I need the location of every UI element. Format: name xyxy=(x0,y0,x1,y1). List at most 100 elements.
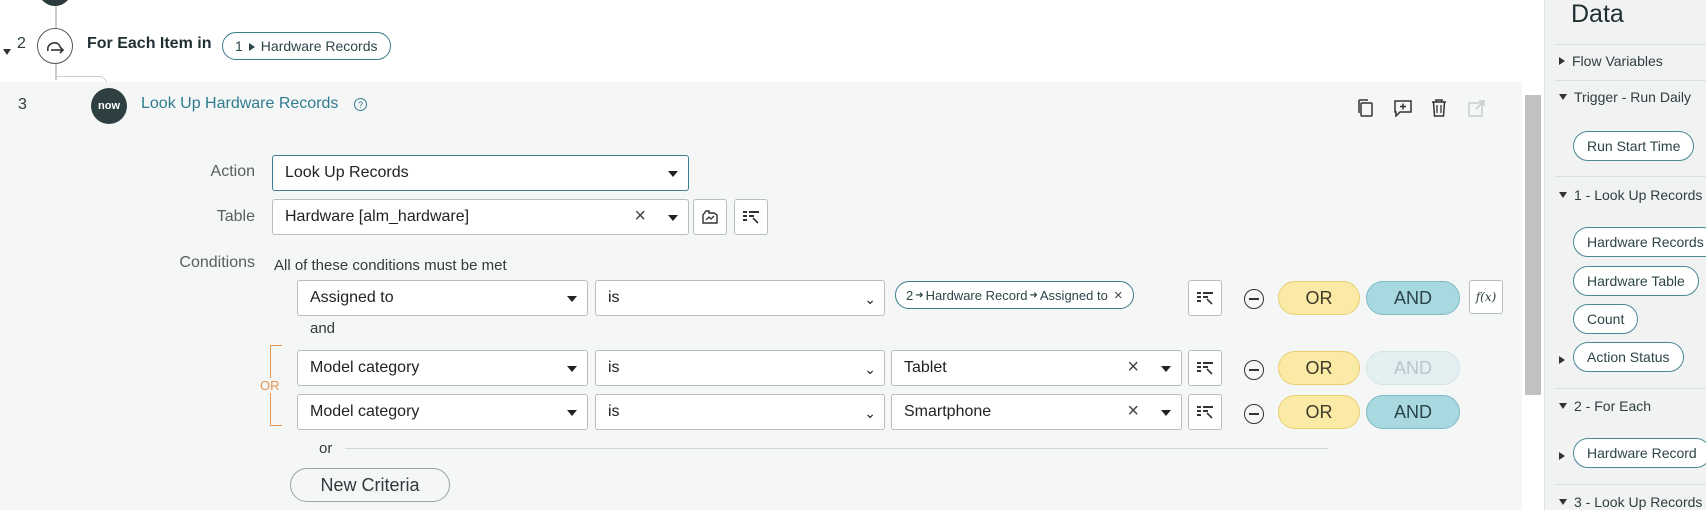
section-label: Flow Variables xyxy=(1572,53,1663,69)
data-picker-icon[interactable] xyxy=(734,199,768,235)
scrollbar-thumb[interactable] xyxy=(1525,95,1541,395)
pill-step-number: 1 xyxy=(235,38,243,54)
section-trigger[interactable]: Trigger - Run Daily xyxy=(1559,89,1691,105)
condition-operator-select[interactable]: is ⌄ xyxy=(595,350,885,386)
pill-field-label: Assigned to xyxy=(1039,287,1108,303)
step-2-title: For Each Item in xyxy=(87,35,212,52)
new-criteria-button[interactable]: New Criteria xyxy=(290,468,450,502)
data-picker-icon[interactable] xyxy=(1188,280,1222,316)
condition-operator-value: is xyxy=(608,359,620,376)
and-button[interactable]: AND xyxy=(1366,395,1460,429)
and-button[interactable]: AND xyxy=(1366,281,1460,315)
condition-field-select[interactable]: Model category xyxy=(297,350,588,386)
step-3-number: 3 xyxy=(18,96,27,113)
remove-condition-icon[interactable] xyxy=(1244,289,1264,309)
data-pill-assigned-to[interactable]: 2 ➜ Hardware Record ➜ Assigned to × xyxy=(895,281,1134,309)
remove-condition-icon[interactable] xyxy=(1244,360,1264,380)
action-label: Action xyxy=(210,163,255,180)
step-1-icon xyxy=(38,0,72,6)
now-logo-icon: now xyxy=(91,88,127,124)
condition-value: Smartphone xyxy=(904,403,992,420)
condition-field-value: Model category xyxy=(310,359,420,376)
or-button[interactable]: OR xyxy=(1278,395,1360,429)
section-for-each[interactable]: 2 - For Each xyxy=(1559,398,1651,414)
caret-right-icon[interactable] xyxy=(1559,447,1565,465)
caret-down-icon xyxy=(1559,403,1567,409)
data-pill-hardware-records[interactable]: Hardware Records xyxy=(1573,227,1706,257)
section-label: 1 - Look Up Records xyxy=(1574,187,1703,203)
duplicate-icon[interactable] xyxy=(1356,98,1374,123)
condition-field-select[interactable]: Assigned to xyxy=(297,280,588,316)
caret-right-icon[interactable] xyxy=(1559,351,1565,369)
section-look-up-records-3[interactable]: 3 - Look Up Records xyxy=(1559,494,1702,510)
data-pill-action-status[interactable]: Action Status xyxy=(1573,342,1684,372)
step-3-title[interactable]: Look Up Hardware Records xyxy=(141,95,338,113)
chevron-down-icon: ⌄ xyxy=(864,291,876,307)
divider xyxy=(1555,484,1706,485)
data-pill-hardware-records[interactable]: 1 Hardware Records xyxy=(222,32,391,60)
condition-value-select[interactable]: Tablet × xyxy=(891,350,1182,386)
for-each-loop-icon xyxy=(37,28,73,64)
data-pill-run-start-time[interactable]: Run Start Time xyxy=(1573,131,1695,161)
condition-value-select[interactable]: Smartphone × xyxy=(891,394,1182,430)
delete-icon[interactable] xyxy=(1430,98,1448,123)
condition-operator-select[interactable]: is ⌄ xyxy=(595,280,885,316)
data-picker-icon[interactable] xyxy=(1188,394,1222,430)
data-panel-title: Data xyxy=(1571,0,1624,28)
clear-icon[interactable]: × xyxy=(634,205,646,228)
clear-icon[interactable]: × xyxy=(1127,400,1139,423)
caret-down-icon xyxy=(1559,94,1567,100)
section-look-up-records-1[interactable]: 1 - Look Up Records xyxy=(1559,187,1702,203)
chevron-down-icon xyxy=(668,171,678,177)
action-select-value: Look Up Records xyxy=(285,164,409,181)
data-pill-hardware-table[interactable]: Hardware Table xyxy=(1573,266,1699,296)
or-button[interactable]: OR xyxy=(1278,281,1360,315)
and-connector-text: and xyxy=(310,320,336,337)
condition-field-select[interactable]: Model category xyxy=(297,394,588,430)
caret-down-icon xyxy=(1559,499,1567,505)
and-button-disabled: AND xyxy=(1366,351,1460,385)
conditions-label: Conditions xyxy=(179,254,255,271)
or-divider-line xyxy=(345,448,1328,449)
pill-arrow-icon: ➜ xyxy=(915,289,924,301)
data-picker-icon[interactable] xyxy=(1188,350,1222,386)
open-external-icon xyxy=(1467,99,1486,123)
divider xyxy=(1555,80,1706,81)
condition-operator-select[interactable]: is ⌄ xyxy=(595,394,885,430)
chevron-down-icon xyxy=(567,296,577,302)
section-label: Trigger - Run Daily xyxy=(1574,89,1691,105)
or-button[interactable]: OR xyxy=(1278,351,1360,385)
action-select[interactable]: Look Up Records xyxy=(272,155,689,191)
pill-step-number: 2 xyxy=(906,287,914,303)
data-pill-hardware-record[interactable]: Hardware Record xyxy=(1573,438,1706,468)
condition-field-value: Model category xyxy=(310,403,420,420)
section-label: 2 - For Each xyxy=(1574,398,1652,414)
add-comment-icon[interactable] xyxy=(1393,99,1413,122)
pill-remove-icon[interactable]: × xyxy=(1114,287,1123,304)
data-panel: Data Flow Variables Trigger - Run Daily … xyxy=(1544,0,1706,510)
chevron-down-icon xyxy=(567,410,577,416)
collapse-caret-icon[interactable] xyxy=(3,42,11,60)
condition-operator-value: is xyxy=(608,403,620,420)
condition-operator-value: is xyxy=(608,289,620,306)
section-flow-variables[interactable]: Flow Variables xyxy=(1559,53,1663,69)
remove-condition-icon[interactable] xyxy=(1244,404,1264,424)
chevron-down-icon: ⌄ xyxy=(864,405,876,421)
divider xyxy=(1555,388,1706,389)
chevron-down-icon xyxy=(567,366,577,372)
data-pill-count[interactable]: Count xyxy=(1573,304,1639,334)
chevron-down-icon xyxy=(1161,410,1171,416)
pill-caret-right-icon xyxy=(248,38,255,54)
table-select[interactable]: Hardware [alm_hardware] × xyxy=(272,199,689,235)
pill-label: Hardware Records xyxy=(260,38,378,54)
table-schema-icon[interactable] xyxy=(693,199,727,235)
chevron-down-icon xyxy=(668,215,678,221)
table-label: Table xyxy=(216,208,255,225)
clear-icon[interactable]: × xyxy=(1127,356,1139,379)
step-2-number: 2 xyxy=(17,35,26,52)
pill-arrow-icon: ➜ xyxy=(1029,289,1038,301)
condition-value: Tablet xyxy=(904,359,947,376)
or-divider-text: or xyxy=(319,440,333,457)
help-circle-icon[interactable]: ? xyxy=(354,98,367,111)
function-icon[interactable]: f(x) xyxy=(1469,280,1503,314)
